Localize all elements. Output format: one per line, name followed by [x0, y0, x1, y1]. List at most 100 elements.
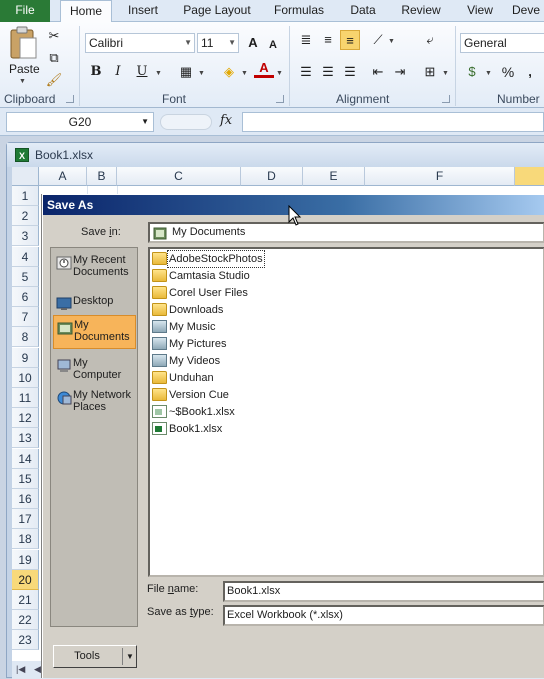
format-painter-icon[interactable]: 🖌 [44, 70, 64, 90]
comma-style-icon[interactable]: , [520, 62, 540, 82]
column-header[interactable]: E [303, 167, 365, 186]
row-header[interactable]: 14 [12, 448, 39, 469]
column-header[interactable]: B [87, 167, 117, 186]
place-my-recent-documents[interactable]: My Recent Documents [53, 251, 136, 285]
row-header[interactable]: 1 [12, 186, 39, 206]
my-documents-icon [153, 226, 167, 246]
cut-icon[interactable]: ✂ [44, 26, 64, 46]
shrink-font-button[interactable]: A [263, 35, 283, 55]
select-all-corner[interactable] [12, 167, 39, 186]
row-header[interactable]: 13 [12, 428, 39, 449]
place-my-computer[interactable]: My Computer [53, 354, 136, 388]
media-folder-icon [152, 354, 167, 367]
font-name-combo[interactable]: Calibri ▼ [85, 33, 195, 53]
row-header[interactable]: 20 [12, 569, 39, 590]
row-header[interactable]: 11 [12, 388, 39, 408]
place-label: My Computer [73, 357, 122, 381]
row-header[interactable]: 5 [12, 266, 39, 287]
align-middle-icon[interactable]: ≡ [318, 30, 338, 50]
column-header[interactable]: D [241, 167, 303, 186]
copy-icon[interactable]: ⧉ [44, 48, 64, 68]
row-header[interactable]: 21 [12, 590, 39, 610]
grow-font-button[interactable]: A [243, 33, 263, 53]
save-in-combo[interactable]: My Documents [148, 222, 544, 243]
tab-data[interactable]: Data [342, 0, 384, 22]
row-header[interactable]: 9 [12, 347, 39, 368]
row-header[interactable]: 19 [12, 549, 39, 570]
align-center-icon[interactable]: ☰ [318, 62, 338, 82]
tab-insert[interactable]: Insert [118, 0, 168, 22]
ribbon-tab-bar: File Home Insert Page Layout Formulas Da… [0, 0, 544, 23]
place-desktop[interactable]: Desktop [53, 292, 136, 312]
align-right-icon[interactable]: ☰ [340, 62, 360, 82]
font-color-icon[interactable]: A [254, 60, 274, 78]
row-header[interactable]: 6 [12, 287, 39, 307]
column-header[interactable]: C [117, 167, 241, 186]
file-name: Camtasia Studio [169, 270, 250, 282]
row-header[interactable]: 15 [12, 468, 39, 489]
alignment-dialog-launcher[interactable] [442, 95, 450, 103]
file-list[interactable]: AdobeStockPhotos Camtasia Studio Corel Use… [148, 247, 544, 577]
save-as-type-select[interactable]: Excel Workbook (*.xlsx) [223, 605, 544, 626]
name-box[interactable]: G20 ▼ [6, 112, 154, 132]
font-dialog-launcher[interactable] [276, 95, 284, 103]
orientation-icon[interactable]: ⟋ [368, 30, 388, 50]
excel-file-icon: X [15, 148, 29, 162]
fill-color-icon[interactable]: ◈ [219, 62, 239, 82]
file-name-input[interactable]: Book1.xlsx [223, 581, 544, 602]
increase-indent-icon[interactable]: ⇥ [390, 62, 410, 82]
insert-function-button[interactable]: fx [220, 113, 232, 128]
row-header[interactable]: 2 [12, 206, 39, 227]
underline-button[interactable]: U [132, 62, 152, 82]
file-name: AdobeStockPhotos [167, 250, 265, 268]
prev-sheet-icon[interactable]: ◀ [34, 664, 41, 675]
tab-formulas[interactable]: Formulas [266, 0, 332, 22]
tab-file[interactable]: File [0, 0, 50, 22]
row-header[interactable]: 18 [12, 529, 39, 550]
chevron-down-icon[interactable]: ▼ [126, 646, 134, 667]
paste-button[interactable]: Paste [9, 62, 40, 76]
tab-review[interactable]: Review [394, 0, 448, 22]
number-format-combo[interactable]: General [460, 33, 544, 53]
row-header[interactable]: 10 [12, 367, 39, 388]
clipboard-dialog-launcher[interactable] [66, 95, 74, 103]
tab-developer[interactable]: Deve [512, 0, 544, 22]
align-bottom-icon[interactable]: ≡ [340, 30, 360, 50]
row-header[interactable]: 4 [12, 246, 39, 267]
wrap-text-icon[interactable]: ⤶ [420, 30, 440, 50]
row-header[interactable]: 12 [12, 408, 39, 429]
file-name: Version Cue [169, 389, 229, 401]
column-header[interactable]: A [39, 167, 87, 186]
column-header[interactable]: F [365, 167, 515, 186]
row-header[interactable]: 8 [12, 327, 39, 348]
tab-page-layout[interactable]: Page Layout [178, 0, 256, 22]
formula-bar-handle[interactable] [160, 114, 212, 130]
borders-icon[interactable]: ▦ [176, 62, 196, 82]
row-header[interactable]: 7 [12, 307, 39, 328]
tab-home[interactable]: Home [60, 0, 112, 23]
place-my-network-places[interactable]: My Network Places [53, 386, 136, 420]
first-sheet-icon[interactable]: |◀ [16, 664, 25, 675]
bold-button[interactable]: B [86, 62, 106, 82]
italic-button[interactable]: I [108, 62, 128, 82]
row-header[interactable]: 3 [12, 226, 39, 247]
tools-button[interactable]: Tools ▼ [53, 645, 137, 668]
decrease-indent-icon[interactable]: ⇤ [368, 62, 388, 82]
row-header[interactable]: 17 [12, 509, 39, 530]
network-places-icon [56, 391, 72, 405]
font-size-combo[interactable]: 11 ▼ [197, 33, 239, 53]
row-header[interactable]: 22 [12, 610, 39, 631]
merge-center-icon[interactable]: ⊞ [420, 62, 440, 82]
row-header[interactable]: 23 [12, 630, 39, 651]
row-header[interactable]: 16 [12, 489, 39, 509]
tab-view[interactable]: View [458, 0, 502, 22]
align-left-icon[interactable]: ☰ [296, 62, 316, 82]
paste-icon[interactable] [8, 26, 38, 60]
percent-style-button[interactable]: % [498, 62, 518, 82]
accounting-format-icon[interactable]: $ [462, 62, 482, 82]
formula-input[interactable] [242, 112, 544, 132]
align-top-icon[interactable]: ≣ [296, 30, 316, 50]
column-header-g[interactable] [515, 167, 544, 186]
place-my-documents[interactable]: My Documents [53, 315, 136, 349]
place-label: My Network Places [73, 389, 132, 413]
